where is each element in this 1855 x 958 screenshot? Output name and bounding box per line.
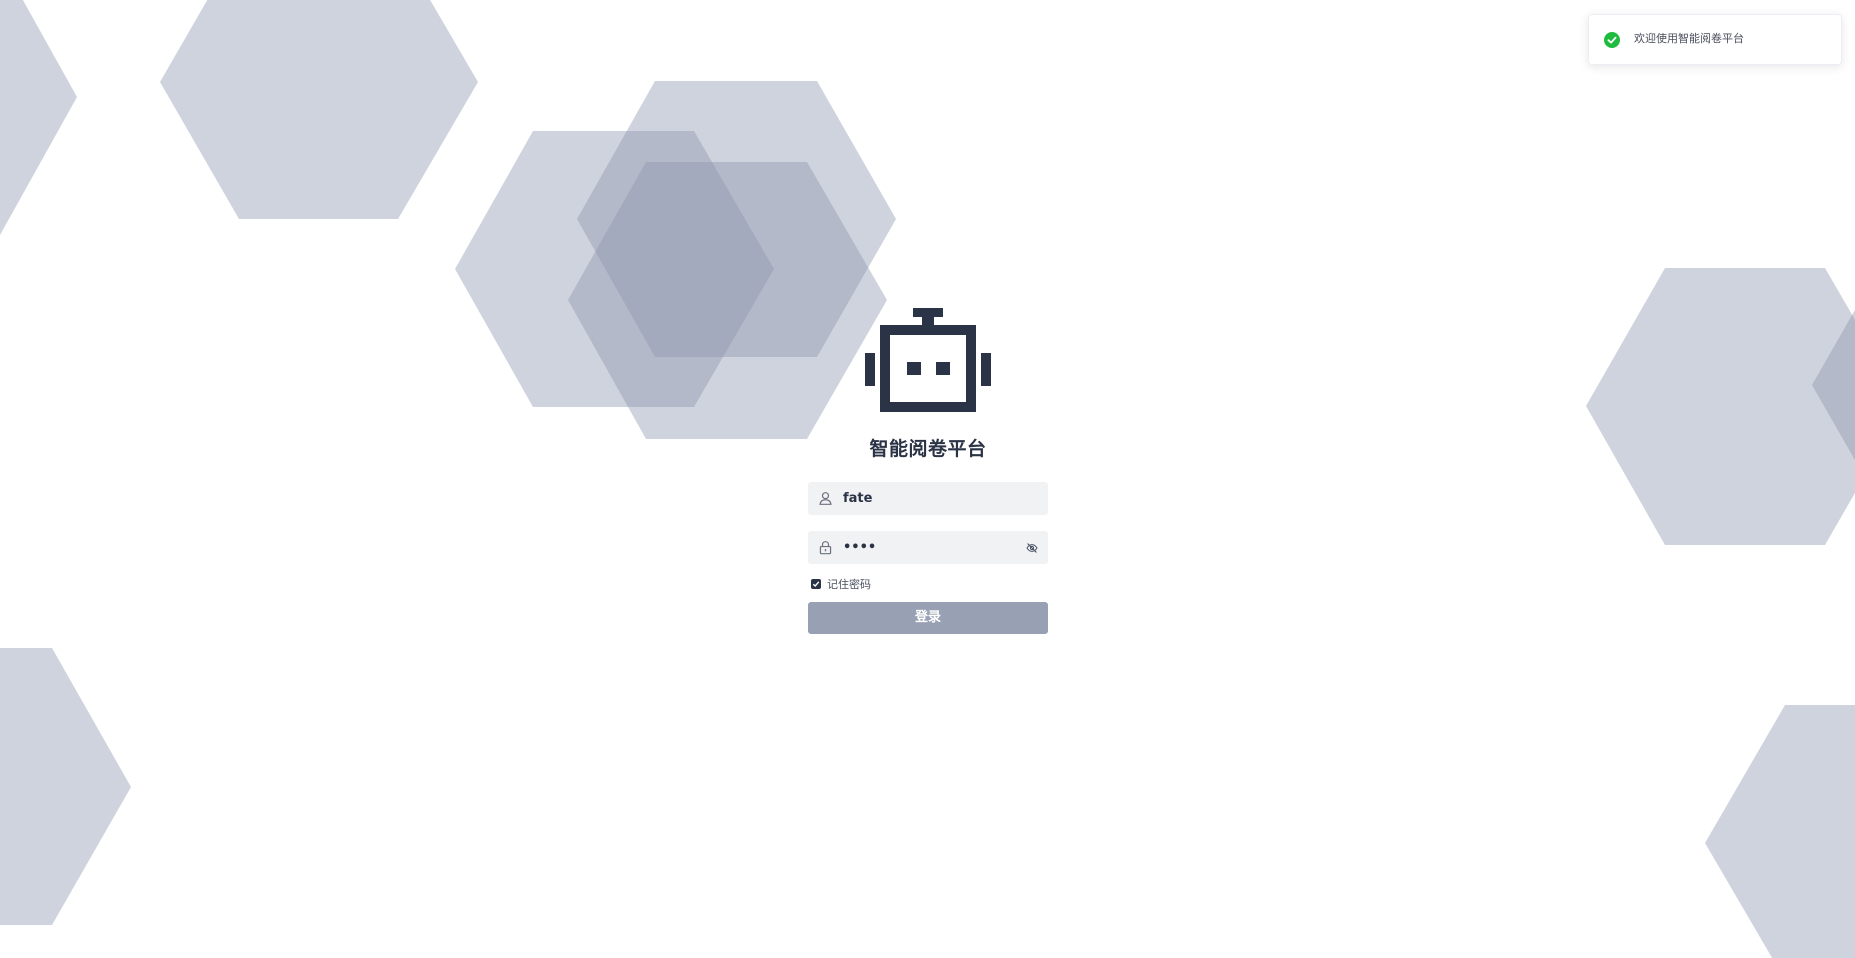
username-field[interactable]: fate [808, 482, 1048, 515]
remember-label[interactable]: 记住密码 [827, 576, 871, 592]
hexagon-shape [0, 648, 131, 925]
password-value: •••• [843, 540, 877, 555]
hexagon-shape [160, 0, 478, 219]
user-icon [819, 492, 832, 505]
background-hexagons [0, 0, 1855, 958]
remember-password[interactable]: 记住密码 [811, 577, 871, 591]
lock-icon [819, 541, 832, 555]
hexagon-shape [1586, 268, 1855, 545]
remember-checkbox[interactable] [811, 579, 821, 589]
toast-message: 欢迎使用智能阅卷平台 [1634, 32, 1744, 45]
hexagon-shape [0, 0, 77, 235]
login-page: 智能阅卷平台 fate •••• 记住密码 登录 欢迎使用智能阅卷平台 [0, 0, 1855, 958]
eye-off-icon[interactable] [1026, 542, 1038, 554]
success-toast: 欢迎使用智能阅卷平台 [1588, 14, 1842, 65]
username-value: fate [843, 491, 873, 506]
login-button[interactable]: 登录 [808, 602, 1048, 634]
robot-icon [865, 308, 991, 412]
check-circle-icon [1604, 32, 1620, 48]
hexagon-shape [1705, 705, 1855, 958]
app-title: 智能阅卷平台 [869, 438, 987, 460]
check-icon [812, 581, 820, 588]
password-field[interactable]: •••• [808, 531, 1048, 564]
